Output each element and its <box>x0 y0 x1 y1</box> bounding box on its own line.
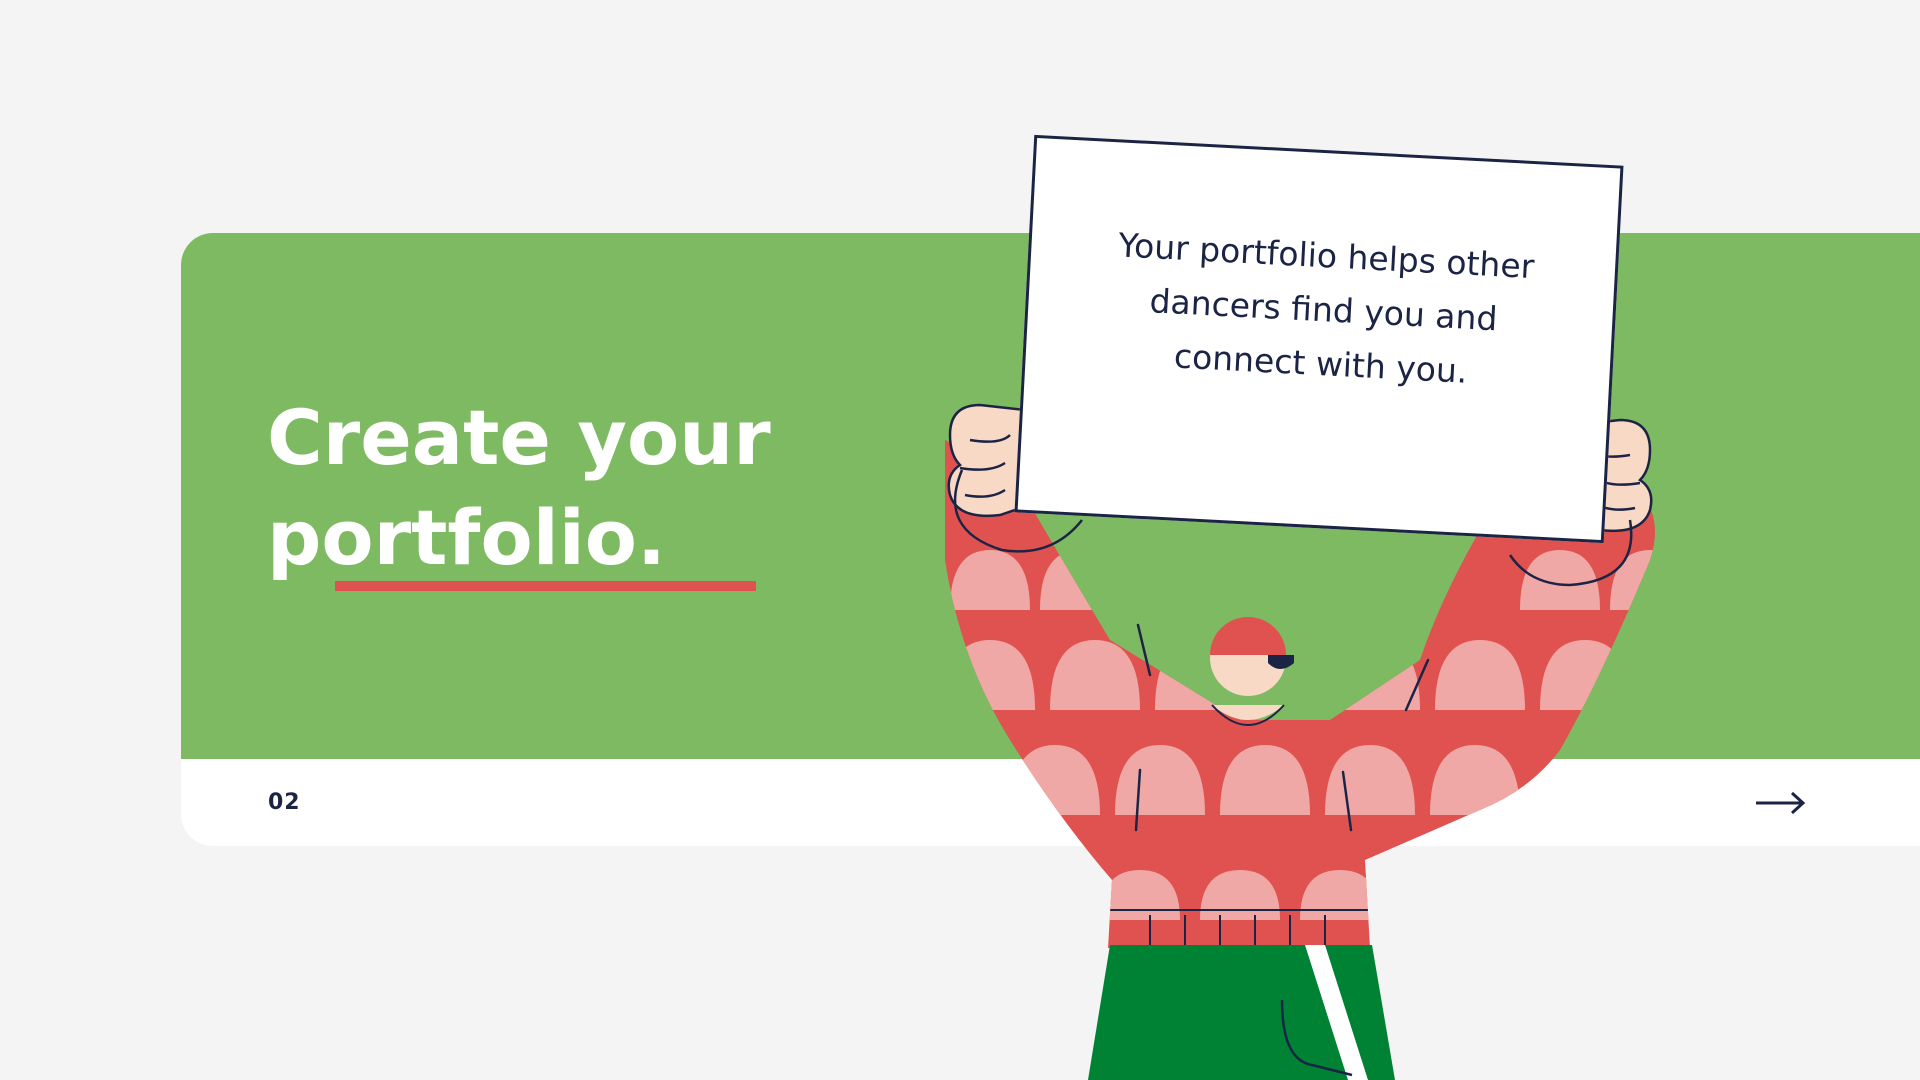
title-line-2: portfolio. <box>267 493 666 582</box>
sign-message: Your portfolio helps other dancers find … <box>1117 225 1536 391</box>
page-number: 02 <box>268 790 301 815</box>
title-underline <box>335 581 756 591</box>
arrow-right-icon[interactable] <box>1754 790 1806 816</box>
slide: Create your portfolio. 02 Your portfolio… <box>0 0 1920 1080</box>
slide-title: Create your portfolio. <box>267 388 827 588</box>
title-line-1: Create your <box>267 393 771 482</box>
held-sign: Your portfolio helps other dancers find … <box>1014 134 1624 544</box>
